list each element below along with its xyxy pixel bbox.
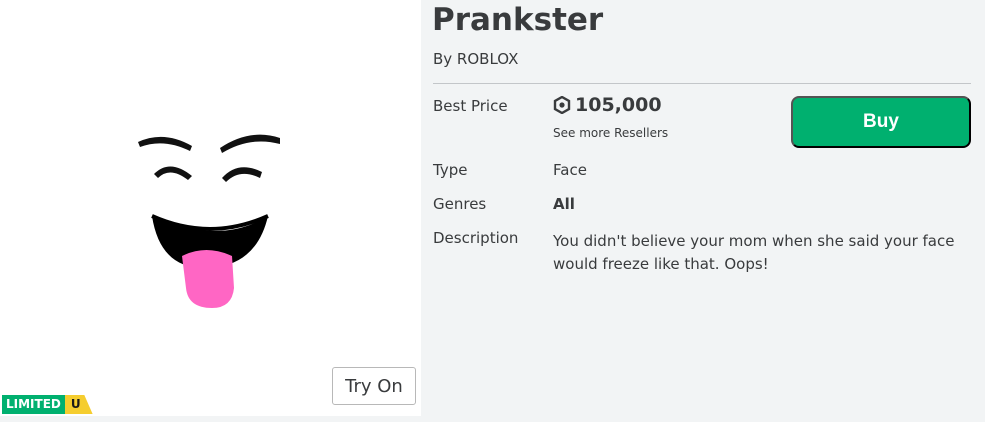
description-label: Description (433, 229, 519, 247)
resellers-link[interactable]: Resellers (614, 126, 668, 140)
item-title: Prankster (432, 2, 604, 38)
genres-value[interactable]: All (553, 195, 575, 213)
left-eye (154, 166, 192, 180)
robux-icon (553, 96, 571, 114)
price-row: 105,000 (553, 94, 662, 116)
limited-label: LIMITED (2, 395, 65, 414)
description-value: You didn't believe your mom when she sai… (553, 232, 955, 273)
creator-byline[interactable]: By ROBLOX (433, 50, 518, 68)
resellers-prefix: See more (553, 126, 611, 140)
type-label: Type (433, 161, 468, 179)
try-on-button[interactable]: Try On (332, 367, 416, 405)
item-thumbnail-panel: Try On LIMITED U (0, 0, 421, 416)
see-more-resellers: See more Resellers (553, 126, 668, 140)
face-thumbnail-image (138, 134, 280, 308)
buy-button[interactable]: Buy (791, 96, 971, 148)
limited-unique-badge: LIMITED U (2, 395, 93, 414)
genres-label: Genres (433, 195, 487, 213)
unique-label: U (64, 395, 93, 414)
best-price-label: Best Price (433, 97, 508, 115)
right-eye (222, 167, 262, 182)
tongue (182, 250, 234, 308)
right-eyebrow (220, 134, 280, 153)
left-eyebrow (138, 136, 192, 151)
price-value: 105,000 (575, 94, 662, 116)
divider (433, 83, 971, 84)
type-value: Face (553, 161, 587, 179)
